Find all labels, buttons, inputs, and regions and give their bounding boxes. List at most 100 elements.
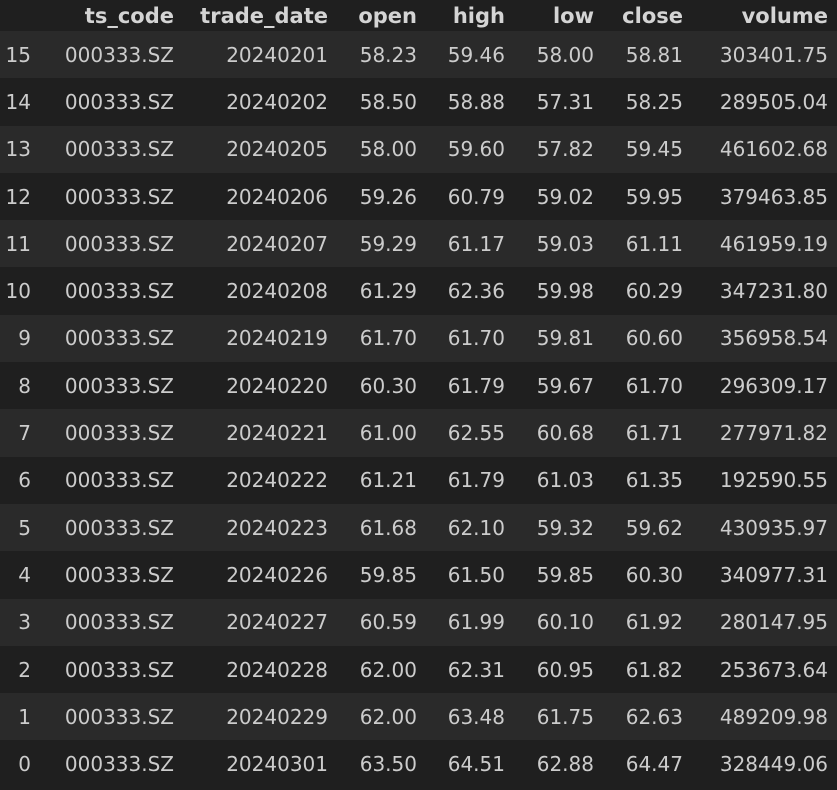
cell-high: 61.50: [419, 551, 507, 599]
table-row: 2 000333.SZ 20240228 62.00 62.31 60.95 61.82 25…: [0, 645, 837, 694]
table-row: 9 000333.SZ 20240219 61.70 61.70 59.81 60.60 35…: [0, 314, 837, 363]
cell-high: 62.36: [419, 267, 507, 315]
row-index: 7: [0, 409, 33, 457]
table-row: 13 000333.SZ 20240205 58.00 59.60 57.82 59.45 4…: [0, 125, 837, 173]
cell-close: 61.35: [596, 456, 685, 504]
cell-open: 58.50: [330, 78, 419, 126]
cell-volume: 277971.82: [685, 409, 837, 457]
column-header-low: low: [507, 0, 596, 31]
table-row: 3 000333.SZ 20240227 60.59 61.99 60.10 61.92 28…: [0, 598, 837, 646]
table-row: 7 000333.SZ 20240221 61.00 62.55 60.68 61.71 27…: [0, 409, 837, 457]
cell-volume: 328449.06: [685, 740, 837, 788]
cell-open: 63.50: [330, 740, 419, 788]
cell-high: 61.79: [419, 362, 507, 410]
table-row: 14 000333.SZ 20240202 58.50 58.88 57.31 58.25 2…: [0, 78, 837, 126]
cell-open: 61.00: [330, 409, 419, 457]
cell-low: 59.02: [507, 172, 596, 221]
cell-open: 62.00: [330, 693, 419, 741]
row-index: 8: [0, 362, 33, 410]
column-header-open: open: [330, 0, 419, 31]
table-row: 6 000333.SZ 20240222 61.21 61.79 61.03 61.35 19…: [0, 456, 837, 504]
cell-high: 62.55: [419, 409, 507, 457]
table-row: 4 000333.SZ 20240226 59.85 61.50 59.85 60.30 34…: [0, 551, 837, 599]
cell-open: 62.00: [330, 645, 419, 694]
cell-trade-date: 20240206: [176, 172, 330, 221]
cell-low: 59.85: [507, 551, 596, 599]
cell-ts-code: 000333.SZ: [33, 314, 176, 363]
cell-volume: 356958.54: [685, 314, 837, 363]
cell-volume: 253673.64: [685, 645, 837, 694]
cell-close: 61.11: [596, 220, 685, 268]
cell-low: 59.98: [507, 267, 596, 315]
cell-volume: 192590.55: [685, 456, 837, 504]
row-index: 3: [0, 598, 33, 646]
row-index: 10: [0, 267, 33, 315]
cell-low: 57.31: [507, 78, 596, 126]
column-header-ts-code: ts_code: [33, 0, 176, 31]
cell-trade-date: 20240227: [176, 598, 330, 646]
cell-trade-date: 20240219: [176, 314, 330, 363]
cell-open: 59.26: [330, 172, 419, 221]
row-index: 15: [0, 31, 33, 79]
cell-volume: 280147.95: [685, 598, 837, 646]
cell-volume: 461602.68: [685, 125, 837, 173]
column-header-volume: volume: [685, 0, 837, 31]
table-row: 12 000333.SZ 20240206 59.26 60.79 59.02 59.95 3…: [0, 172, 837, 221]
cell-trade-date: 20240223: [176, 503, 330, 552]
cell-close: 61.71: [596, 409, 685, 457]
cell-ts-code: 000333.SZ: [33, 267, 176, 315]
cell-ts-code: 000333.SZ: [33, 78, 176, 126]
cell-trade-date: 20240222: [176, 456, 330, 504]
cell-trade-date: 20240205: [176, 125, 330, 173]
index-header: [0, 0, 33, 31]
cell-ts-code: 000333.SZ: [33, 409, 176, 457]
cell-open: 61.21: [330, 456, 419, 504]
cell-low: 60.68: [507, 409, 596, 457]
cell-volume: 347231.80: [685, 267, 837, 315]
cell-trade-date: 20240301: [176, 740, 330, 788]
cell-open: 59.29: [330, 220, 419, 268]
cell-open: 61.68: [330, 503, 419, 552]
cell-low: 59.03: [507, 220, 596, 268]
cell-open: 61.29: [330, 267, 419, 315]
row-index: 6: [0, 456, 33, 504]
cell-trade-date: 20240228: [176, 645, 330, 694]
cell-low: 59.67: [507, 362, 596, 410]
column-header-close: close: [596, 0, 685, 31]
cell-ts-code: 000333.SZ: [33, 362, 176, 410]
cell-high: 61.70: [419, 314, 507, 363]
column-header-high: high: [419, 0, 507, 31]
cell-close: 59.45: [596, 125, 685, 173]
table-row: 5 000333.SZ 20240223 61.68 62.10 59.32 59.62 43…: [0, 503, 837, 552]
cell-high: 58.88: [419, 78, 507, 126]
cell-high: 64.51: [419, 740, 507, 788]
column-header-trade-date: trade_date: [176, 0, 330, 31]
cell-volume: 289505.04: [685, 78, 837, 126]
row-index: 4: [0, 551, 33, 599]
cell-close: 60.29: [596, 267, 685, 315]
cell-close: 58.81: [596, 31, 685, 79]
cell-ts-code: 000333.SZ: [33, 31, 176, 79]
row-index: 14: [0, 78, 33, 126]
cell-high: 61.17: [419, 220, 507, 268]
cell-high: 61.79: [419, 456, 507, 504]
row-index: 5: [0, 503, 33, 552]
cell-high: 59.60: [419, 125, 507, 173]
cell-ts-code: 000333.SZ: [33, 456, 176, 504]
cell-close: 64.47: [596, 740, 685, 788]
header-row: ts_code trade_date open high low close v…: [0, 0, 837, 31]
table-row: 0 000333.SZ 20240301 63.50 64.51 62.88 64.47 32…: [0, 740, 837, 788]
cell-close: 59.95: [596, 172, 685, 221]
table-row: 10 000333.SZ 20240208 61.29 62.36 59.98 60.29 3…: [0, 267, 837, 315]
cell-ts-code: 000333.SZ: [33, 693, 176, 741]
cell-high: 60.79: [419, 172, 507, 221]
cell-close: 59.62: [596, 503, 685, 552]
cell-ts-code: 000333.SZ: [33, 220, 176, 268]
cell-volume: 489209.98: [685, 693, 837, 741]
row-index: 12: [0, 172, 33, 221]
cell-ts-code: 000333.SZ: [33, 598, 176, 646]
table-row: 11 000333.SZ 20240207 59.29 61.17 59.03 61.11 4…: [0, 220, 837, 268]
row-index: 9: [0, 314, 33, 363]
cell-low: 57.82: [507, 125, 596, 173]
cell-low: 58.00: [507, 31, 596, 79]
